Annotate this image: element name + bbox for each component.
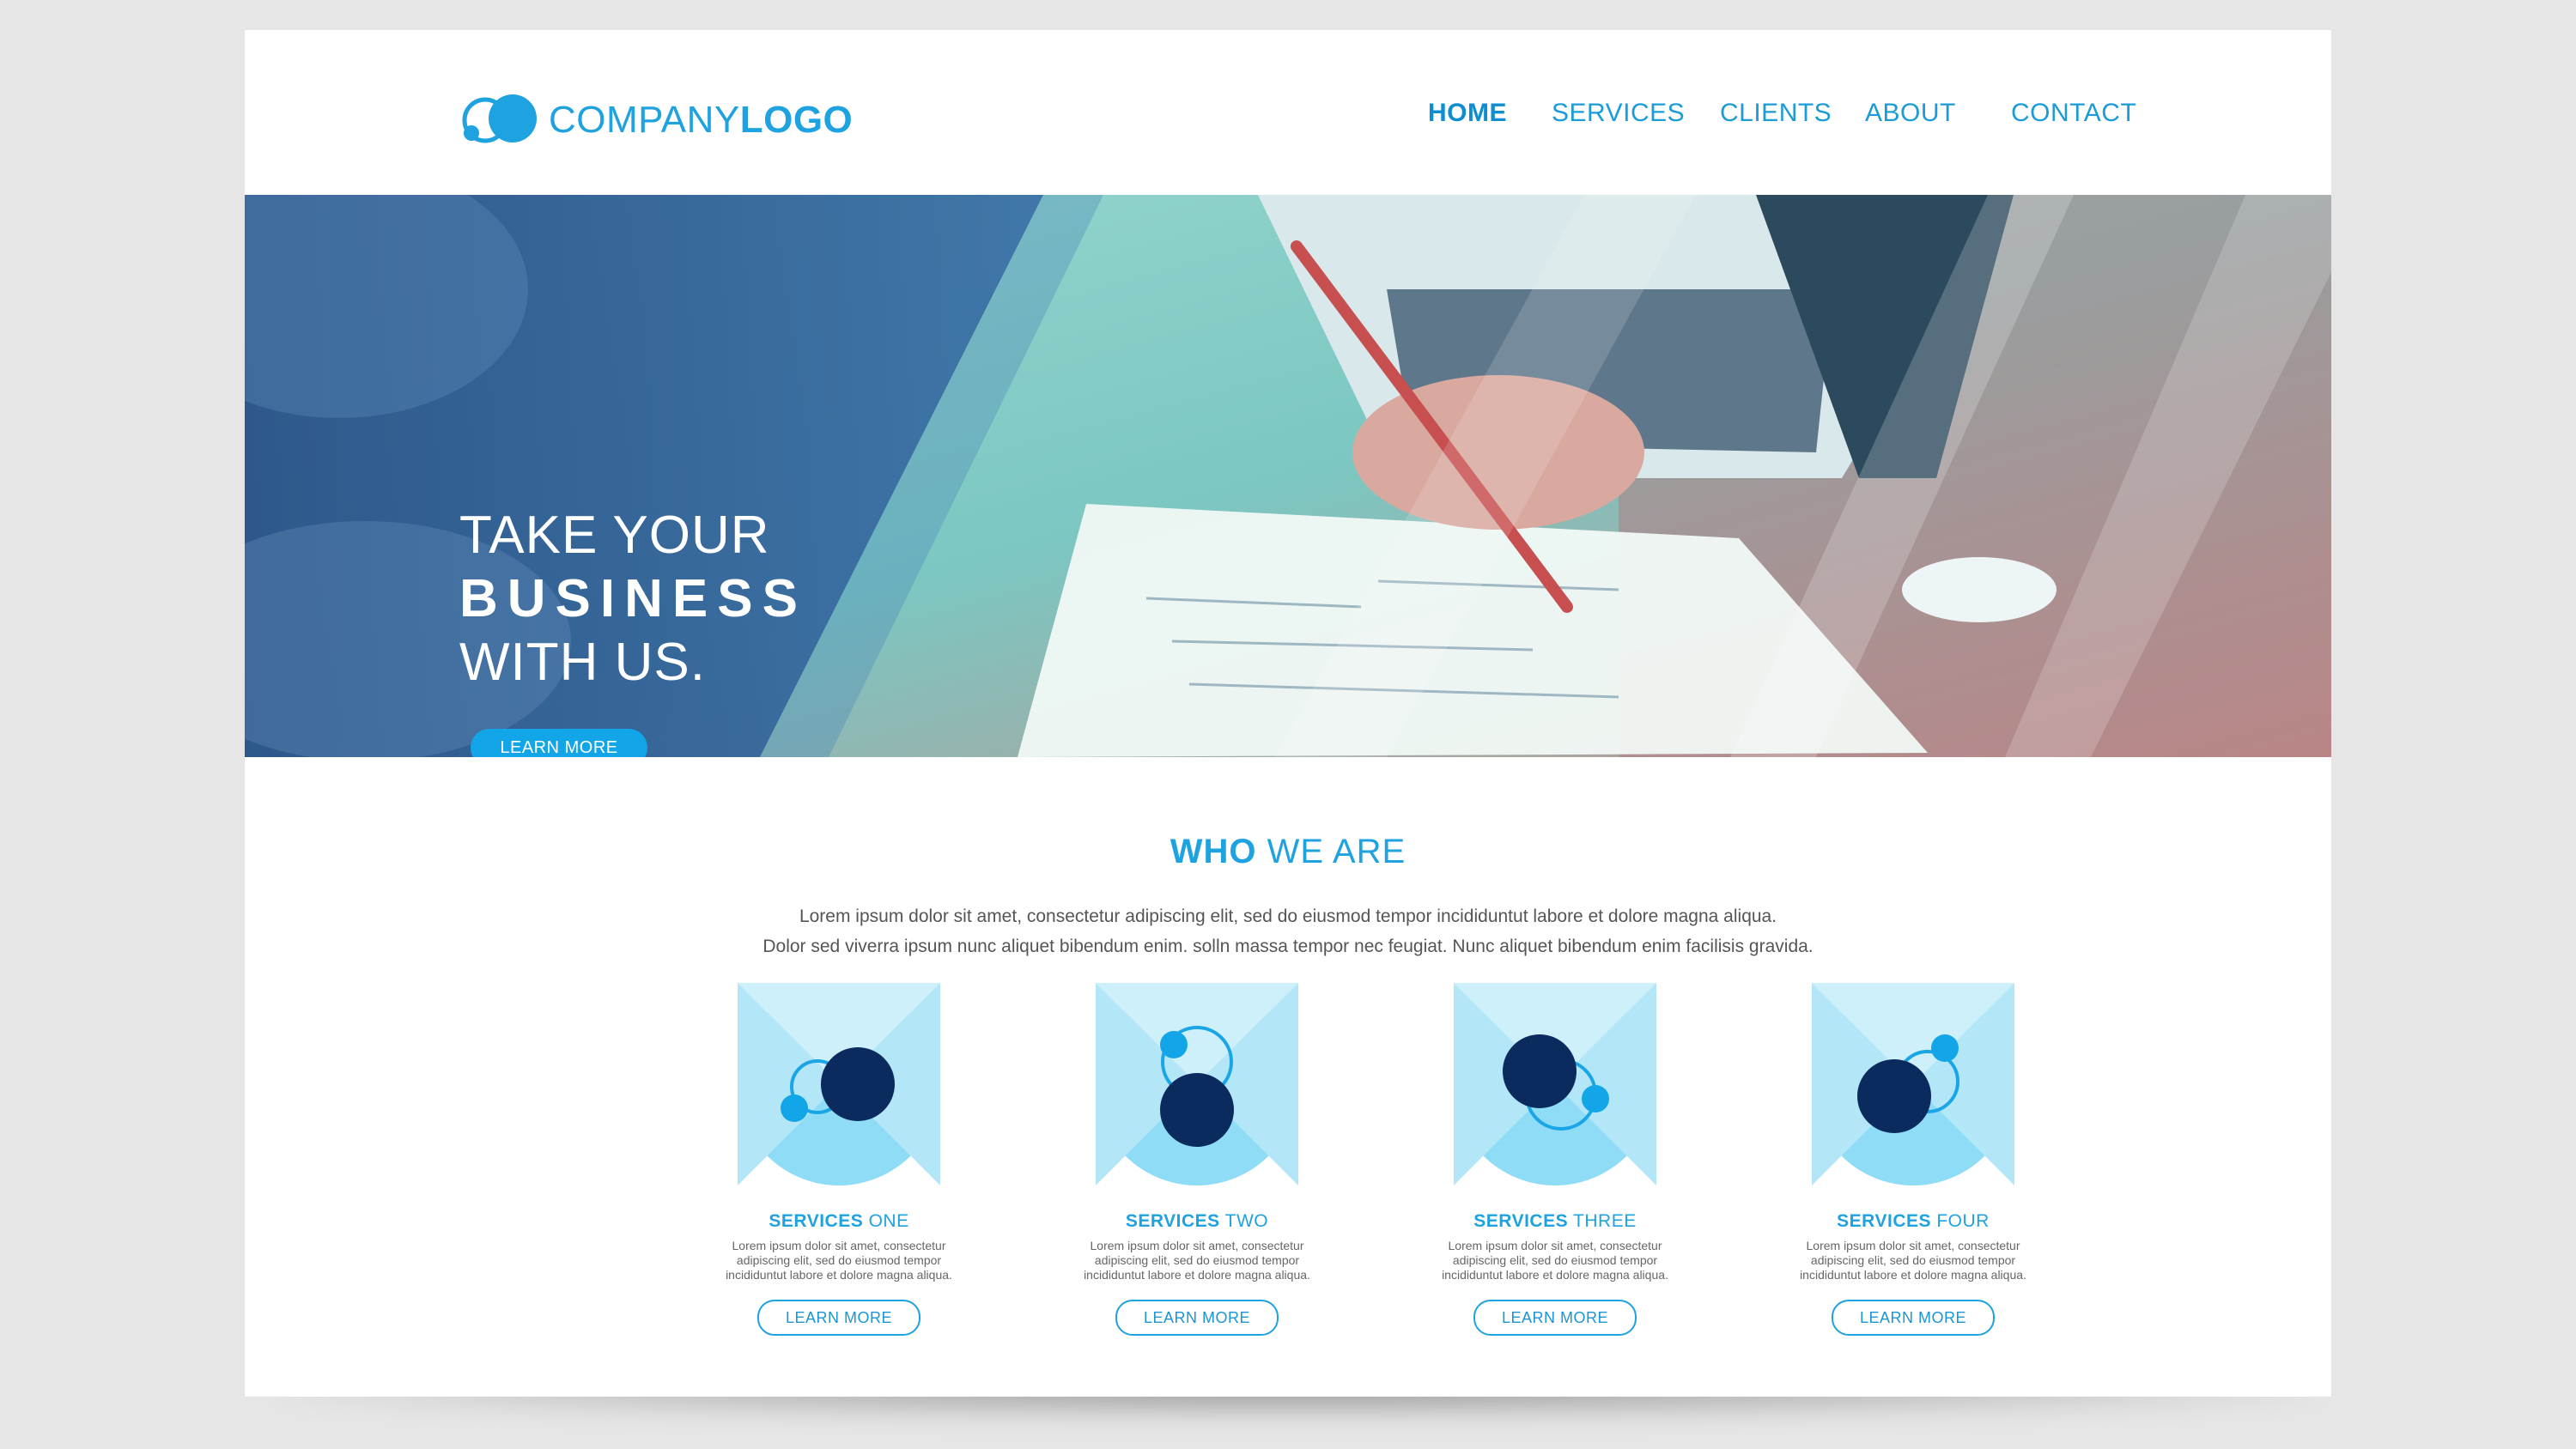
nav-about[interactable]: ABOUT	[1865, 99, 1956, 128]
nav-contact[interactable]: CONTACT	[2011, 99, 2136, 128]
service-three-title: SERVICES THREE	[1473, 1211, 1637, 1231]
service-one-desc: Lorem ipsum dolor sit amet, consectetur a…	[726, 1239, 952, 1282]
hero-title: TAKE YOUR BUSINESS WITH US.	[459, 504, 807, 694]
service-card-three: SERVICES THREE Lorem ipsum dolor sit ame…	[1392, 983, 1718, 1336]
service-card-one: SERVICES ONE Lorem ipsum dolor sit amet,…	[676, 983, 1002, 1336]
service-card-two: SERVICES TWO Lorem ipsum dolor sit amet,…	[1034, 983, 1360, 1336]
nav-home[interactable]: HOME	[1428, 99, 1507, 128]
service-one-learn-more-button[interactable]: LEARN MORE	[757, 1300, 920, 1336]
hero-line-2: BUSINESS	[459, 569, 807, 628]
who-we-are-title: WHO WE ARE	[1170, 833, 1406, 870]
who-we-are-text: Lorem ipsum dolor sit amet, consectetur …	[245, 901, 2331, 961]
hero-line-1: TAKE YOUR	[459, 506, 770, 565]
hero-line-3: WITH US.	[459, 633, 706, 692]
hero-learn-more-button[interactable]: LEARN MORE	[471, 729, 647, 757]
service-four-title: SERVICES FOUR	[1837, 1211, 1990, 1231]
nav-clients[interactable]: CLIENTS	[1720, 99, 1832, 128]
service-one-title: SERVICES ONE	[769, 1211, 909, 1231]
who-text-line-1: Lorem ipsum dolor sit amet, consectetur …	[799, 906, 1777, 926]
service-molecule-icon	[1812, 983, 2014, 1185]
service-molecule-icon	[1096, 983, 1298, 1185]
hero-banner: TAKE YOUR BUSINESS WITH US. LEARN MORE	[245, 195, 2331, 757]
service-three-learn-more-button[interactable]: LEARN MORE	[1473, 1300, 1637, 1336]
service-two-title: SERVICES TWO	[1125, 1211, 1269, 1231]
webpage-mockup: COMPANYLOGO HOME SERVICES CLIENTS ABOUT …	[245, 30, 2331, 1397]
nav-services[interactable]: SERVICES	[1552, 99, 1685, 128]
main-nav: HOME SERVICES CLIENTS ABOUT CONTACT	[245, 99, 2331, 150]
service-molecule-icon	[738, 983, 940, 1185]
service-card-four: SERVICES FOUR Lorem ipsum dolor sit amet…	[1750, 983, 2076, 1336]
service-four-learn-more-button[interactable]: LEARN MORE	[1832, 1300, 1995, 1336]
service-molecule-icon	[1454, 983, 1656, 1185]
service-two-learn-more-button[interactable]: LEARN MORE	[1115, 1300, 1279, 1336]
service-three-desc: Lorem ipsum dolor sit amet, consectetur a…	[1442, 1239, 1668, 1282]
who-text-line-2: Dolor sed viverra ipsum nunc aliquet bib…	[762, 937, 1814, 956]
service-four-desc: Lorem ipsum dolor sit amet, consectetur a…	[1800, 1239, 2026, 1282]
service-two-desc: Lorem ipsum dolor sit amet, consectetur a…	[1084, 1239, 1310, 1282]
